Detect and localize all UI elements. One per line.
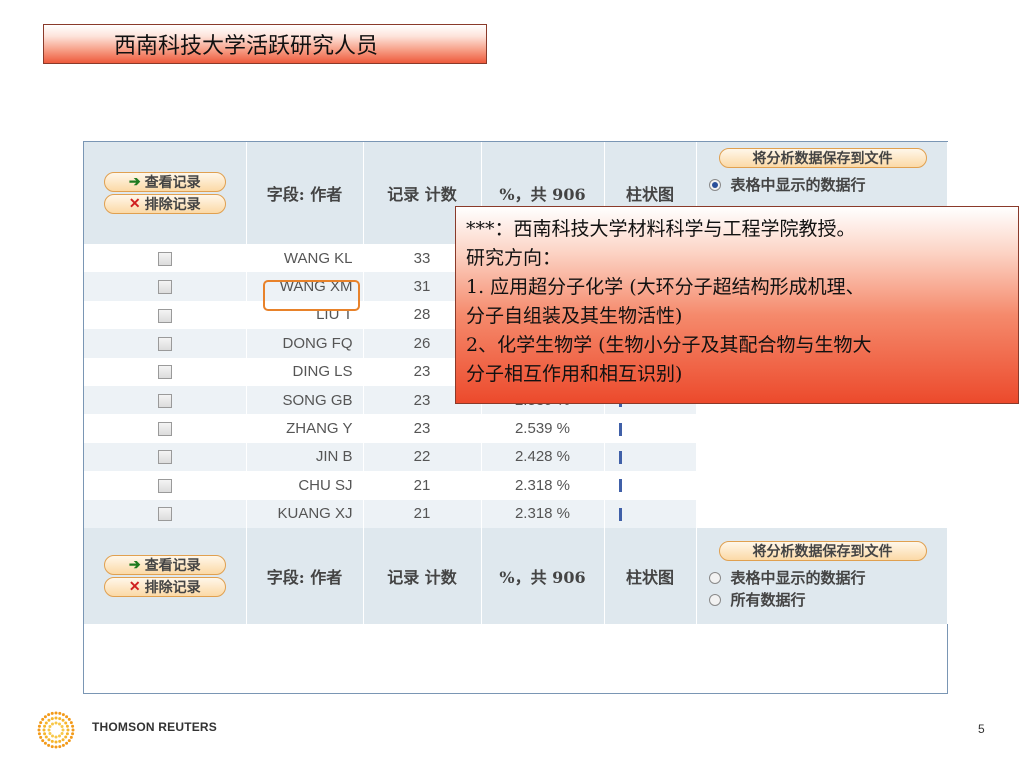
row-select-cell	[84, 329, 247, 358]
row-select-cell	[84, 272, 247, 301]
exclude-records-button[interactable]: ✕ 排除记录	[103, 194, 226, 214]
record-count: 22	[363, 442, 482, 472]
callout-line: 分子自组装及其生物活性)	[466, 305, 683, 327]
row-select-cell	[84, 414, 247, 443]
record-percent: 2.539 %	[481, 414, 605, 443]
bar-mark	[618, 422, 622, 436]
arrow-right-icon: ➔	[128, 174, 141, 190]
table-header-bottom: ➔ 查看记录 ✕ 排除记录 字段: 作者 记录 计数 %，共 906 柱状图 将…	[84, 527, 948, 624]
researcher-info-callout: ***：西南科技大学材料科学与工程学院教授。 研究方向： 1. 应用超分子化学 …	[455, 206, 1019, 404]
row-select-cell	[84, 357, 247, 386]
row-select-cell	[84, 442, 247, 472]
author-name[interactable]: JIN B	[246, 442, 364, 472]
row-select-cell	[84, 471, 247, 500]
radio-all-rows-bottom[interactable]: 所有数据行	[708, 589, 947, 611]
record-count: 21	[363, 471, 482, 500]
radio-unselected-icon[interactable]	[708, 593, 721, 606]
empty-cell	[696, 471, 948, 500]
callout-line: 研究方向：	[466, 247, 562, 269]
view-records-button[interactable]: ➔ 查看记录	[103, 172, 226, 192]
record-actions-top: ➔ 查看记录 ✕ 排除记录	[84, 142, 247, 244]
save-options-bottom: 将分析数据保存到文件 表格中显示的数据行 所有数据行	[696, 527, 948, 624]
callout-line: 分子相互作用和相互识别)	[466, 363, 683, 385]
author-name[interactable]: DING LS	[246, 357, 364, 386]
row-checkbox[interactable]	[157, 507, 172, 522]
page-number: 5	[978, 722, 985, 736]
column-header-bar-bottom: 柱状图	[604, 527, 697, 624]
row-checkbox[interactable]	[157, 365, 172, 380]
column-header-field[interactable]: 字段: 作者	[246, 142, 364, 244]
table-row: ZHANG Y 23 2.539 %	[84, 414, 948, 443]
callout-line: 2、化学生物学 (生物小分子及其配合物与生物大	[466, 334, 872, 356]
bar-mark	[618, 479, 622, 493]
author-name[interactable]: KUANG XJ	[246, 499, 364, 528]
record-actions-bottom: ➔ 查看记录 ✕ 排除记录	[84, 527, 247, 624]
radio-selected-icon[interactable]	[708, 179, 721, 191]
column-header-field-bottom[interactable]: 字段: 作者	[246, 527, 364, 624]
save-to-file-button-bottom[interactable]: 将分析数据保存到文件	[718, 540, 927, 561]
close-icon: ✕	[128, 196, 141, 212]
bar-mark	[618, 507, 622, 521]
table-row: JIN B 22 2.428 %	[84, 442, 948, 472]
bar-cell	[604, 442, 697, 472]
row-checkbox[interactable]	[157, 251, 172, 266]
brand-name: THOMSON REUTERS	[92, 720, 218, 734]
row-checkbox[interactable]	[157, 308, 172, 323]
highlight-box-wang-xm	[263, 280, 360, 311]
row-select-cell	[84, 244, 247, 273]
record-count: 23	[363, 414, 482, 443]
bar-cell	[604, 414, 697, 443]
table-row: CHU SJ 21 2.318 %	[84, 471, 948, 500]
empty-cell	[696, 414, 948, 443]
row-checkbox[interactable]	[157, 280, 172, 295]
row-checkbox[interactable]	[157, 478, 172, 493]
row-checkbox[interactable]	[157, 393, 172, 408]
save-to-file-button[interactable]: 将分析数据保存到文件	[718, 148, 927, 168]
radio-unselected-icon[interactable]	[708, 571, 721, 584]
record-count: 21	[363, 499, 482, 528]
empty-cell	[696, 442, 948, 472]
bar-cell	[604, 471, 697, 500]
author-name[interactable]: DONG FQ	[246, 329, 364, 358]
row-checkbox[interactable]	[157, 450, 172, 465]
close-icon: ✕	[128, 578, 141, 595]
author-name[interactable]: SONG GB	[246, 385, 364, 415]
record-percent: 2.318 %	[481, 471, 605, 500]
bar-mark	[618, 450, 622, 464]
bar-cell	[604, 499, 697, 528]
exclude-records-button-bottom[interactable]: ✕ 排除记录	[103, 576, 226, 597]
view-records-button-bottom[interactable]: ➔ 查看记录	[103, 554, 226, 575]
row-checkbox[interactable]	[157, 336, 172, 351]
table-row: KUANG XJ 21 2.318 %	[84, 499, 948, 528]
thomson-reuters-logo	[37, 711, 75, 749]
row-select-cell	[84, 300, 247, 330]
empty-cell	[696, 499, 948, 528]
row-checkbox[interactable]	[157, 422, 172, 437]
radio-table-rows-bottom[interactable]: 表格中显示的数据行	[708, 567, 947, 589]
row-select-cell	[84, 499, 247, 528]
arrow-right-icon: ➔	[128, 556, 141, 573]
row-select-cell	[84, 385, 247, 415]
author-name[interactable]: ZHANG Y	[246, 414, 364, 443]
record-percent: 2.318 %	[481, 499, 605, 528]
author-name[interactable]: CHU SJ	[246, 471, 364, 500]
radio-table-rows[interactable]: 表格中显示的数据行	[708, 174, 947, 196]
column-header-percent-bottom[interactable]: %，共 906	[481, 527, 605, 624]
column-header-count-bottom[interactable]: 记录 计数	[363, 527, 482, 624]
author-name[interactable]: WANG KL	[246, 244, 364, 273]
callout-line: 1. 应用超分子化学 (大环分子超结构形成机理、	[466, 276, 865, 298]
slide-title: 西南科技大学活跃研究人员	[43, 24, 487, 64]
callout-line: ***：西南科技大学材料科学与工程学院教授。	[466, 218, 856, 240]
record-percent: 2.428 %	[481, 442, 605, 472]
